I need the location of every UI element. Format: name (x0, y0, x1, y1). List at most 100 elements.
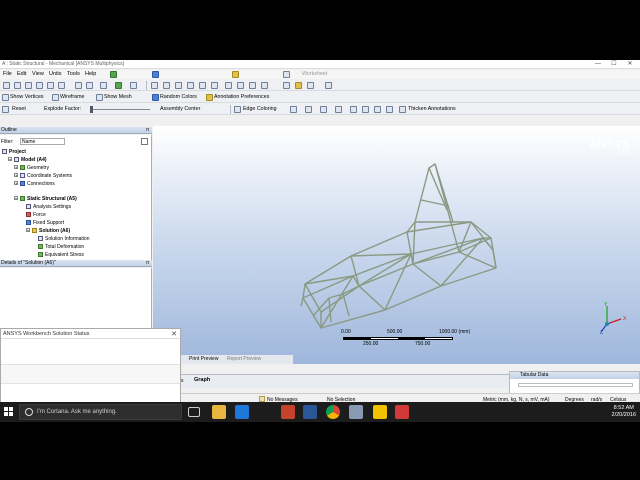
layout-icon[interactable] (325, 82, 332, 89)
edge-style-1-icon[interactable] (290, 106, 297, 113)
ansys-mechanical-icon[interactable] (395, 405, 409, 419)
edge-style-8-icon[interactable] (386, 106, 393, 113)
help-icon[interactable] (152, 71, 159, 78)
tree-item-total-deformation[interactable]: Total Deformation (38, 244, 84, 250)
tree-item-equivalent-stress[interactable]: Equivalent Stress (38, 252, 84, 258)
cortana-search-box[interactable]: I'm Cortana. Ask me anything. (19, 404, 182, 420)
tree-item-force[interactable]: Force (26, 212, 46, 218)
maximize-button[interactable]: ☐ (608, 60, 620, 69)
close-button[interactable]: ✕ (624, 60, 636, 69)
pan-icon[interactable] (163, 82, 170, 89)
edge-style-2-icon[interactable] (305, 106, 312, 113)
copy-icon[interactable] (100, 82, 107, 89)
menu-units[interactable]: Units (49, 71, 62, 77)
edge-style-4-icon[interactable] (335, 106, 342, 113)
edge-style-3-icon[interactable] (320, 106, 327, 113)
isometric-view-icon[interactable] (249, 82, 256, 89)
wireframe-button[interactable]: Wireframe (60, 94, 84, 100)
tree-item-solution-information[interactable]: Solution Information (38, 236, 89, 242)
zoom-box-icon[interactable] (187, 82, 194, 89)
pointer-icon[interactable] (14, 82, 21, 89)
thicken-annotations-button[interactable]: Thicken Annotations (408, 106, 456, 112)
file-explorer-icon[interactable] (212, 405, 226, 419)
worksheet-button[interactable]: Worksheet (302, 71, 327, 77)
windows-start-icon[interactable] (4, 407, 14, 417)
solve-icon[interactable] (110, 71, 117, 78)
tree-item-geometry[interactable]: + Geometry (14, 165, 49, 171)
menu-view[interactable]: View (32, 71, 44, 77)
filter-dropdown[interactable]: Name (20, 138, 65, 145)
menu-file[interactable]: File (3, 71, 12, 77)
image-icon[interactable] (130, 82, 137, 89)
task-view-icon[interactable] (188, 407, 200, 417)
lock-icon[interactable] (295, 82, 302, 89)
disk-icon[interactable] (349, 405, 363, 419)
show-vertices-button[interactable]: Show Vertices (10, 94, 44, 100)
tree-item-connections[interactable]: + Connections (14, 181, 55, 187)
edge-style-6-icon[interactable] (362, 106, 369, 113)
chrome-icon[interactable] (326, 405, 340, 419)
tree-item-static-structural[interactable]: − Static Structural (A5) (14, 196, 77, 202)
display-icon[interactable] (283, 82, 290, 89)
details-panel (0, 268, 152, 328)
next-view-icon[interactable] (237, 82, 244, 89)
edge-select-icon[interactable] (36, 82, 43, 89)
tabular-scrollbar[interactable] (518, 383, 633, 387)
edge-style-5-icon[interactable] (350, 106, 357, 113)
mesh-icon[interactable] (115, 82, 122, 89)
explode-slider-thumb[interactable] (90, 106, 93, 113)
set-view-icon[interactable] (261, 82, 268, 89)
rotate-icon[interactable] (151, 82, 158, 89)
viewport-icon[interactable] (307, 82, 314, 89)
axis-triad[interactable] (593, 298, 633, 338)
search-icon[interactable] (141, 138, 148, 145)
equivalent-stress-icon (38, 252, 43, 257)
vertex-select-icon[interactable] (25, 82, 32, 89)
magnifier-icon[interactable] (211, 82, 218, 89)
system-clock[interactable]: 8:52 AM 2/20/2016 (612, 405, 636, 419)
tree-item-fixed-support[interactable]: Fixed Support (26, 220, 64, 226)
edge-style-7-icon[interactable] (374, 106, 381, 113)
zoom-fit-icon[interactable] (199, 82, 206, 89)
tree-item-model[interactable]: − Model (A4) (8, 157, 47, 163)
tab-report-preview[interactable]: Report Preview (227, 356, 261, 362)
tree-item-coordinate-systems[interactable]: + Coordinate Systems (14, 173, 72, 179)
highlight-icon[interactable] (232, 71, 239, 78)
minimize-button[interactable]: — (592, 60, 604, 69)
show-mesh-button[interactable]: Show Mesh (104, 94, 132, 100)
menu-help[interactable]: Help (85, 71, 96, 77)
menu-edit[interactable]: Edit (17, 71, 26, 77)
word-icon[interactable] (303, 405, 317, 419)
thicken-annotations-icon (399, 106, 406, 113)
tab-graph[interactable]: Graph (194, 377, 210, 383)
assembly-center-dropdown[interactable]: Assembly Center (160, 106, 200, 112)
display-toolbar: Show Vertices Wireframe Show Mesh Random… (0, 92, 640, 103)
tree-item-project[interactable]: Project (2, 149, 26, 155)
reset-button[interactable]: Reset (12, 106, 26, 112)
tab-print-preview[interactable]: Print Preview (189, 356, 218, 362)
powerpoint-icon[interactable] (281, 405, 295, 419)
ansys-mechanical-window: A : Static Structural - Mechanical [ANSY… (0, 60, 640, 405)
pin-icon[interactable]: ᴨ (146, 260, 149, 267)
menu-tools[interactable]: Tools (67, 71, 80, 77)
annotation-preferences-button[interactable]: Annotation Preferences (214, 94, 269, 100)
extend-selection-icon[interactable] (75, 82, 82, 89)
edge-coloring-dropdown[interactable]: Edge Coloring (243, 106, 277, 112)
adjacent-select-icon[interactable] (86, 82, 93, 89)
graphics-viewport[interactable]: ANSYS 16.0 0.00 500.00 1000.00 (mm) 250.… (153, 126, 640, 364)
previous-view-icon[interactable] (225, 82, 232, 89)
explode-slider-track[interactable] (90, 109, 150, 110)
pin-icon[interactable]: ᴨ (146, 127, 149, 134)
random-colors-button[interactable]: Random Colors (160, 94, 197, 100)
tree-item-solution[interactable]: − Solution (A6) (26, 228, 70, 234)
edge-browser-icon[interactable] (235, 405, 249, 419)
worksheet-icon[interactable] (283, 71, 290, 78)
zoom-icon[interactable] (175, 82, 182, 89)
face-select-icon[interactable] (47, 82, 54, 89)
tab-messages[interactable]: s (181, 378, 184, 384)
body-select-icon[interactable] (58, 82, 65, 89)
tree-item-analysis-settings[interactable]: Analysis Settings (26, 204, 71, 210)
close-icon[interactable]: ✕ (171, 330, 177, 338)
ansys-workbench-icon[interactable] (373, 405, 387, 419)
select-icon[interactable] (3, 82, 10, 89)
